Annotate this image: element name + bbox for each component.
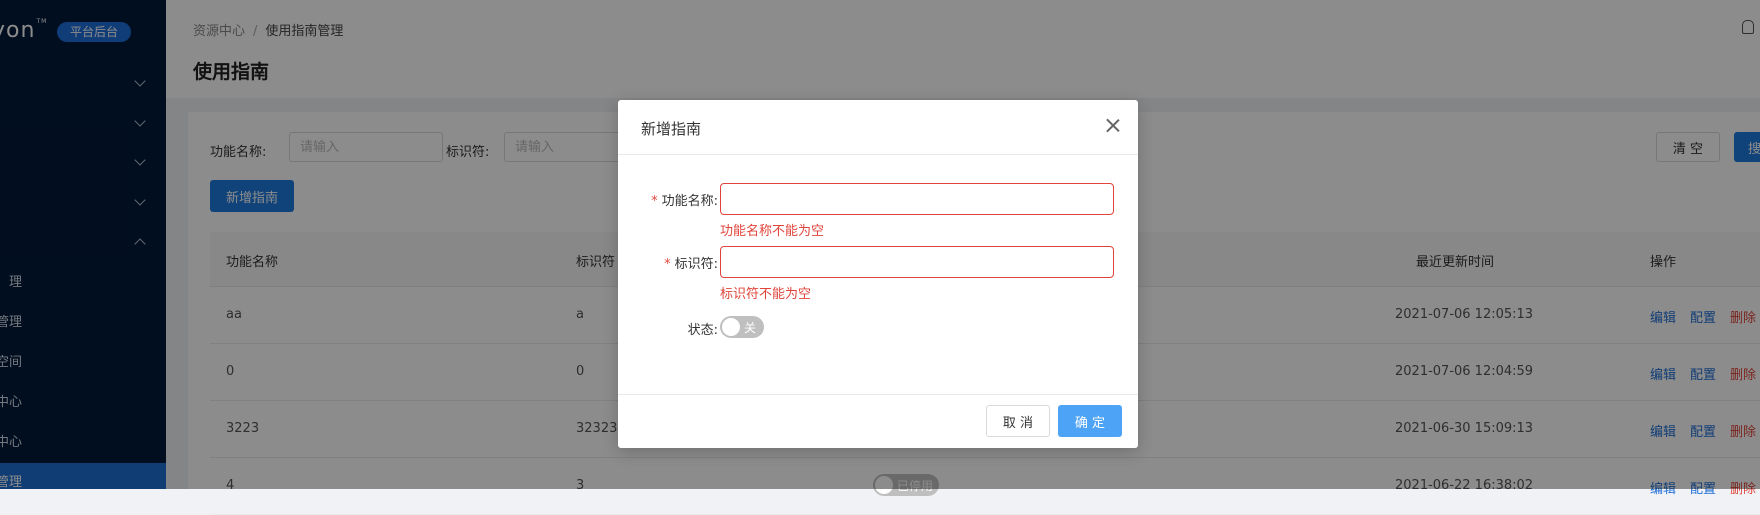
dialog-footer: 取 消 确 定 [618,394,1138,448]
name-field-error: 功能名称不能为空 [720,224,825,239]
close-icon[interactable] [1102,115,1124,137]
status-switch[interactable]: 关 [720,316,764,338]
name-field-input[interactable] [720,183,1114,215]
name-field-label: * 功能名称: [651,194,718,209]
identifier-field-input[interactable] [720,246,1114,278]
dialog-header: 新增指南 [618,100,1138,155]
dialog-title: 新增指南 [641,120,702,138]
identifier-field-label: * 标识符: [664,257,718,272]
add-guide-dialog: 新增指南 * 功能名称: 功能名称不能为空 * 标识符: 标识符不能为空 状态: 关… [618,100,1138,448]
identifier-field-error: 标识符不能为空 [720,287,812,302]
cancel-button[interactable]: 取 消 [986,405,1050,437]
confirm-button[interactable]: 确 定 [1058,405,1122,437]
status-field-label: 状态: [687,323,718,338]
